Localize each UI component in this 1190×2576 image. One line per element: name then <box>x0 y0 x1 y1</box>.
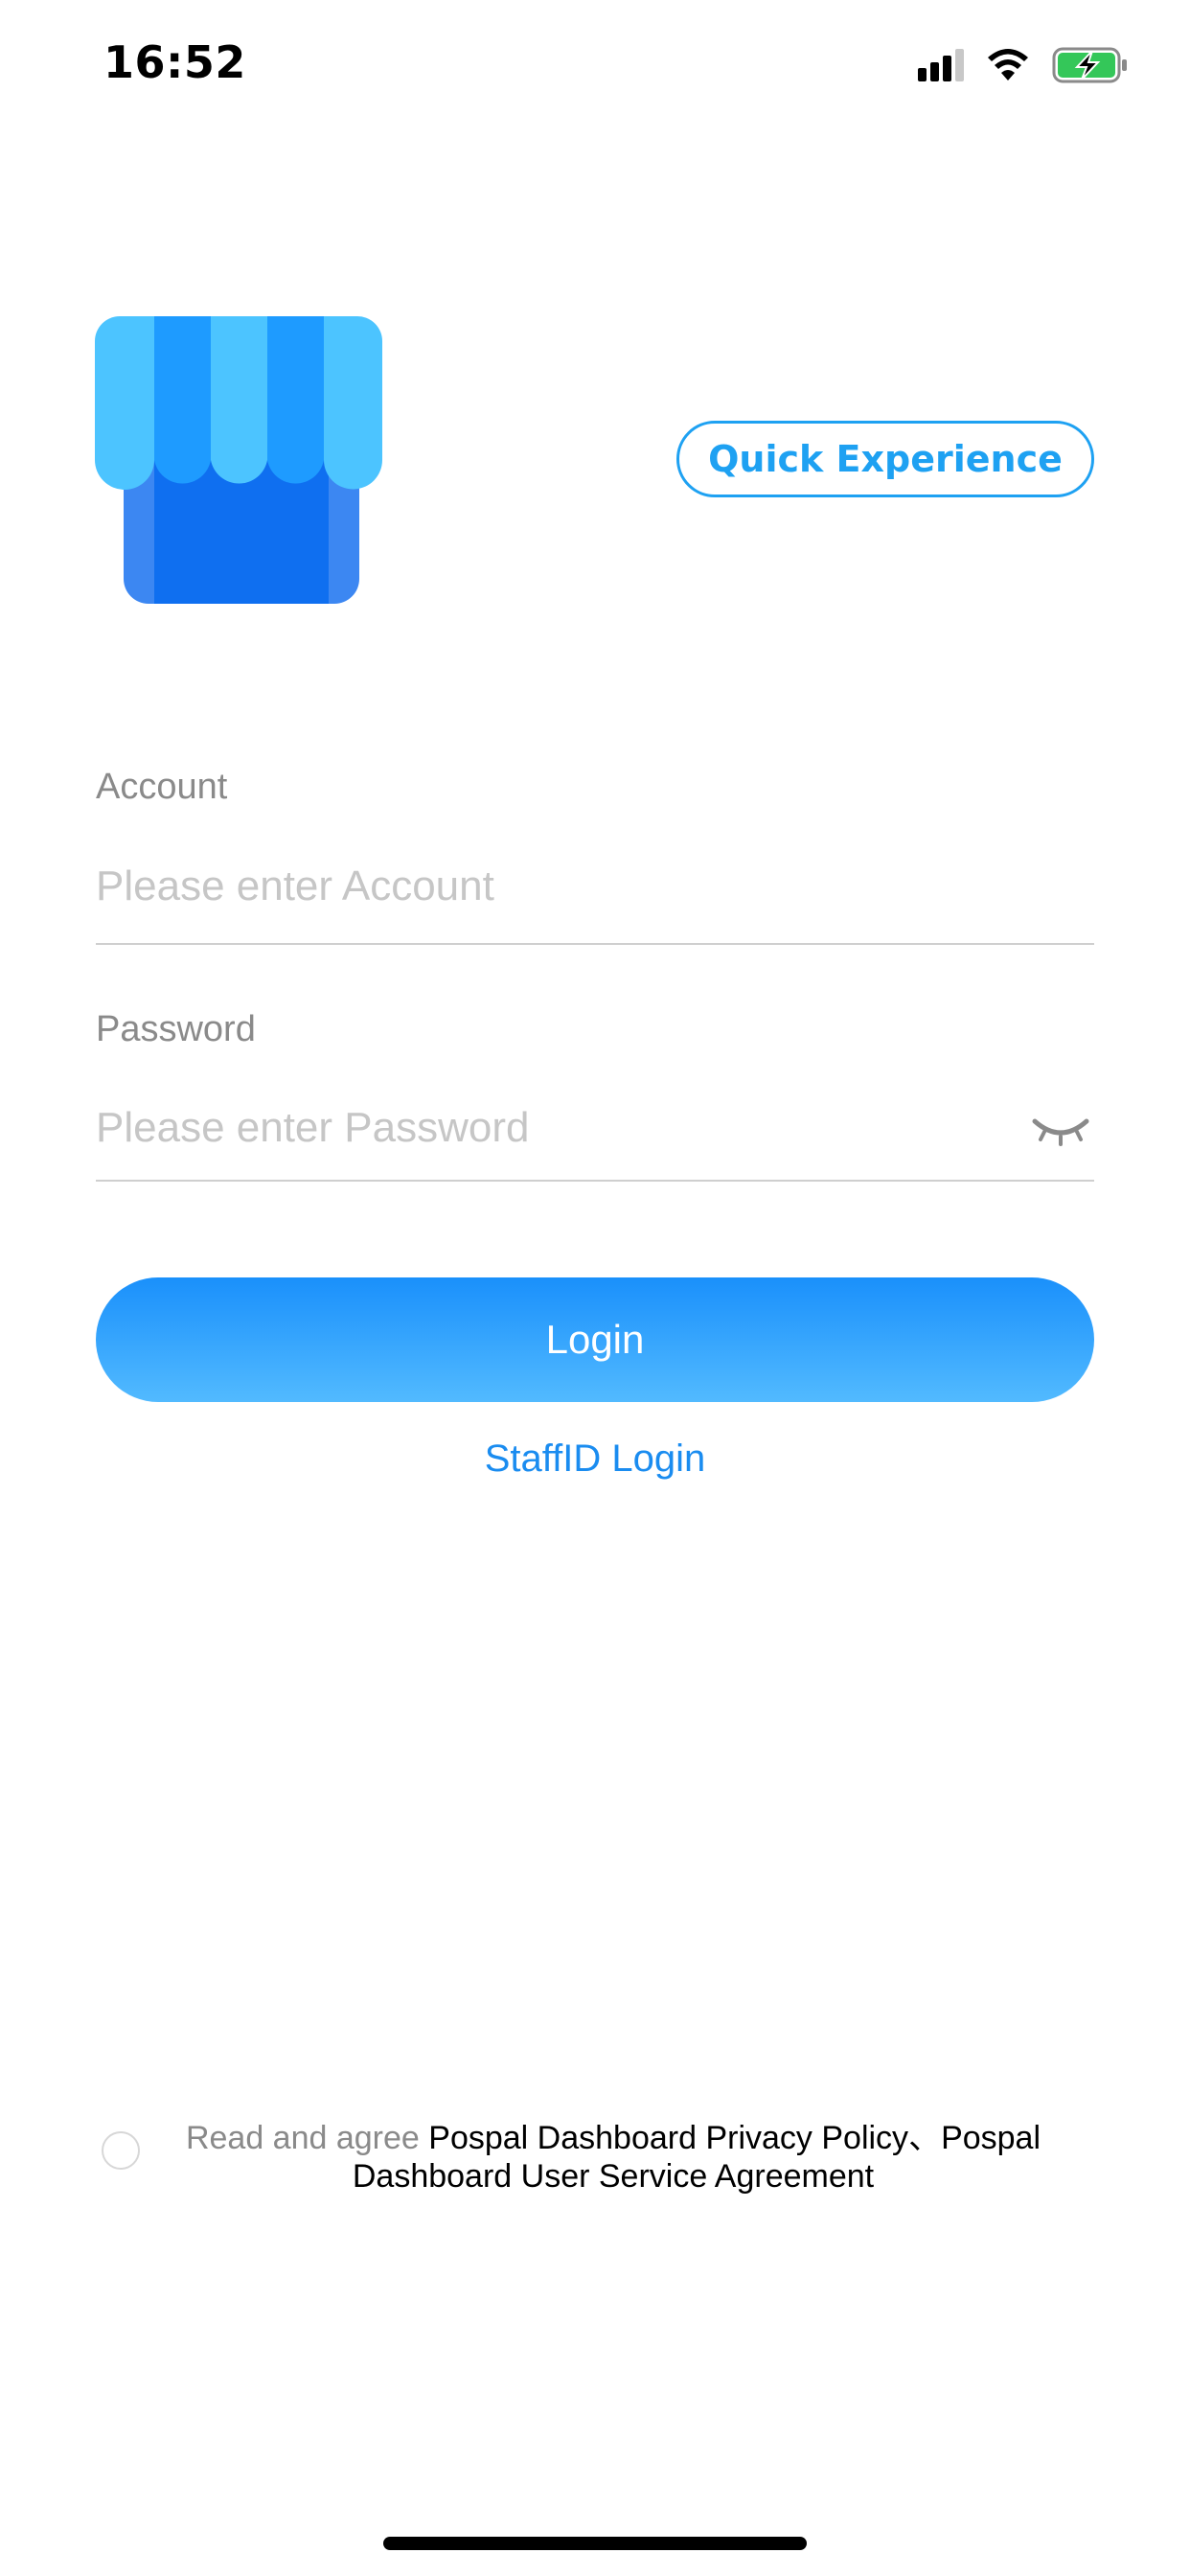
account-label: Account <box>96 767 228 807</box>
status-icons <box>918 44 1129 86</box>
account-underline <box>96 943 1094 945</box>
password-label: Password <box>96 1009 256 1049</box>
eye-closed-icon[interactable] <box>1031 1112 1090 1150</box>
login-button[interactable]: Login <box>96 1277 1094 1402</box>
agreement-checkbox[interactable] <box>102 2131 140 2170</box>
battery-charging-icon <box>1052 47 1127 83</box>
password-input[interactable] <box>96 1094 1016 1162</box>
signal-icon <box>918 49 964 81</box>
staffid-login-link[interactable]: StaffID Login <box>0 1438 1190 1481</box>
store-awning-logo <box>95 316 382 604</box>
agreement-prefix: Read and agree <box>185 2120 429 2156</box>
quick-experience-button[interactable]: Quick Experience <box>676 421 1094 497</box>
agreement-separator: 、 <box>908 2120 942 2156</box>
account-input[interactable] <box>96 853 1094 920</box>
wifi-icon <box>988 49 1028 80</box>
status-time: 16:52 <box>103 36 246 88</box>
privacy-policy-link[interactable]: Pospal Dashboard Privacy Policy <box>428 2120 908 2156</box>
password-underline <box>96 1180 1094 1182</box>
agreement-text: Read and agree Pospal Dashboard Privacy … <box>172 2119 1054 2196</box>
home-indicator <box>383 2537 807 2550</box>
